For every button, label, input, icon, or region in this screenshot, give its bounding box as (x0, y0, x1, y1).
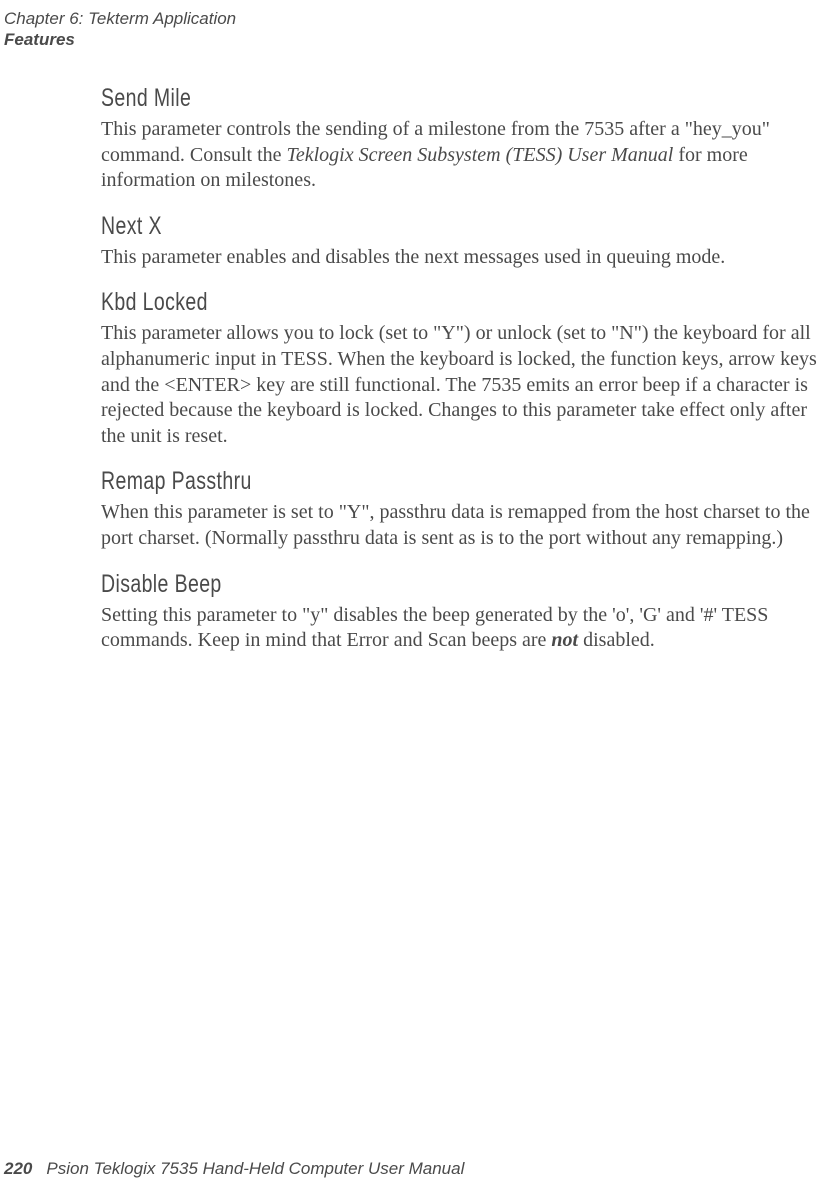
paragraph-send-mile: This parameter controls the sending of a… (101, 117, 817, 194)
header-chapter: Chapter 6: Tekterm Application (4, 8, 236, 29)
header-section: Features (4, 29, 236, 50)
heading-kbd-locked: Kbd Locked (101, 288, 659, 317)
heading-next-x: Next X (101, 212, 659, 241)
text-emphasis-not: not (551, 629, 578, 651)
paragraph-next-x: This parameter enables and disables the … (101, 245, 817, 271)
heading-send-mile: Send Mile (101, 84, 659, 113)
page-header: Chapter 6: Tekterm Application Features (4, 8, 236, 51)
text-italic-manual: Teklogix Screen Subsystem (TESS) User Ma… (287, 144, 674, 166)
text-fragment: Setting this parameter to "y" disables t… (101, 604, 768, 652)
heading-disable-beep: Disable Beep (101, 570, 659, 599)
text-fragment: disabled. (578, 629, 655, 651)
paragraph-kbd-locked: This parameter allows you to lock (set t… (101, 321, 817, 449)
page-content: Send Mile This parameter controls the se… (101, 84, 817, 672)
paragraph-disable-beep: Setting this parameter to "y" disables t… (101, 603, 817, 654)
page-number: 220 (4, 1159, 32, 1178)
heading-remap-passthru: Remap Passthru (101, 467, 659, 496)
footer-manual-title: Psion Teklogix 7535 Hand-Held Computer U… (46, 1159, 464, 1178)
page: Chapter 6: Tekterm Application Features … (0, 0, 821, 1197)
paragraph-remap-passthru: When this parameter is set to "Y", passt… (101, 500, 817, 551)
page-footer: 220 Psion Teklogix 7535 Hand-Held Compute… (4, 1159, 464, 1179)
